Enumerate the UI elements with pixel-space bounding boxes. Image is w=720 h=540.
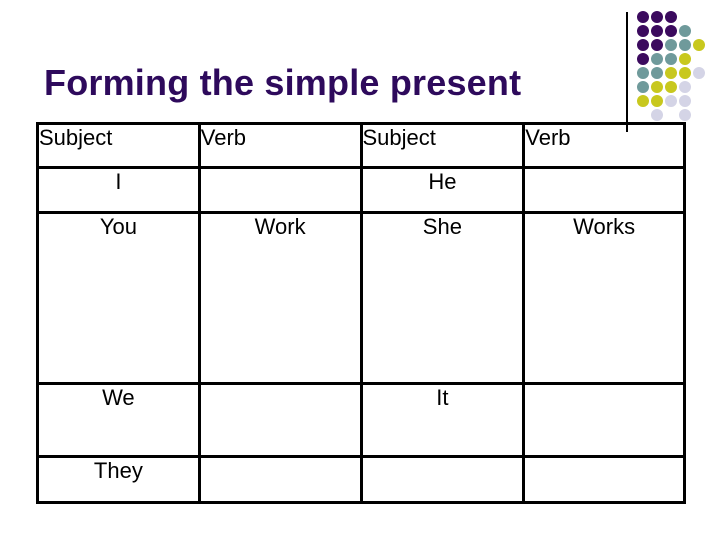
decorative-dot	[679, 67, 691, 79]
decorative-dot	[679, 53, 691, 65]
decorative-dot	[665, 25, 677, 37]
decorative-dot	[665, 95, 677, 107]
subject-cell: We	[36, 382, 201, 458]
decorative-dot	[679, 95, 691, 107]
subject-cell: They	[36, 455, 201, 504]
verb-cell	[197, 382, 363, 458]
subject-cell: He	[359, 166, 526, 214]
decorative-dot	[679, 109, 691, 121]
verb-cell-work: Work	[197, 211, 363, 385]
decorative-dot	[651, 95, 663, 107]
table-row: We It	[36, 382, 686, 458]
header-subject-1: Subject	[36, 122, 201, 169]
verb-cell	[197, 455, 363, 504]
decorative-dot	[651, 25, 663, 37]
verb-cell	[522, 455, 686, 504]
decorative-dot	[665, 39, 677, 51]
table-row: They	[36, 455, 686, 504]
subject-cell	[359, 455, 526, 504]
decorative-dot	[651, 11, 663, 23]
header-verb-2: Verb	[522, 122, 686, 169]
subject-cell: It	[359, 382, 526, 458]
conjugation-table: Subject Verb Subject Verb I He You Work …	[36, 122, 686, 504]
decorative-dot	[693, 39, 705, 51]
table-header-row: Subject Verb Subject Verb	[36, 122, 686, 169]
decorative-dot	[637, 95, 649, 107]
verb-cell	[522, 382, 686, 458]
decorative-dot	[637, 39, 649, 51]
decorative-dot	[651, 81, 663, 93]
decorative-dot	[637, 25, 649, 37]
table-row: You Work She Works	[36, 211, 686, 385]
decorative-dot	[651, 109, 663, 121]
decorative-dot	[665, 67, 677, 79]
decorative-dot	[637, 53, 649, 65]
table-row: I He	[36, 166, 686, 214]
subject-cell: She	[359, 211, 526, 385]
verb-cell	[197, 166, 363, 214]
decorative-dot	[693, 67, 705, 79]
decorative-dot	[637, 81, 649, 93]
decorative-dot	[651, 39, 663, 51]
decorative-dot	[679, 39, 691, 51]
decorative-vertical-line	[626, 12, 628, 132]
slide-title: Forming the simple present	[44, 62, 522, 103]
decorative-dot	[637, 67, 649, 79]
decorative-dot	[637, 11, 649, 23]
decorative-dot	[679, 81, 691, 93]
decorative-dot	[665, 11, 677, 23]
header-verb-1: Verb	[197, 122, 363, 169]
decorative-dot	[651, 53, 663, 65]
decorative-dot	[651, 67, 663, 79]
subject-cell: You	[36, 211, 201, 385]
header-subject-2: Subject	[359, 122, 526, 169]
verb-cell-works: Works	[522, 211, 686, 385]
decorative-dot	[665, 53, 677, 65]
decorative-dot	[665, 81, 677, 93]
verb-cell	[522, 166, 686, 214]
subject-cell: I	[36, 166, 201, 214]
decorative-dot	[679, 25, 691, 37]
